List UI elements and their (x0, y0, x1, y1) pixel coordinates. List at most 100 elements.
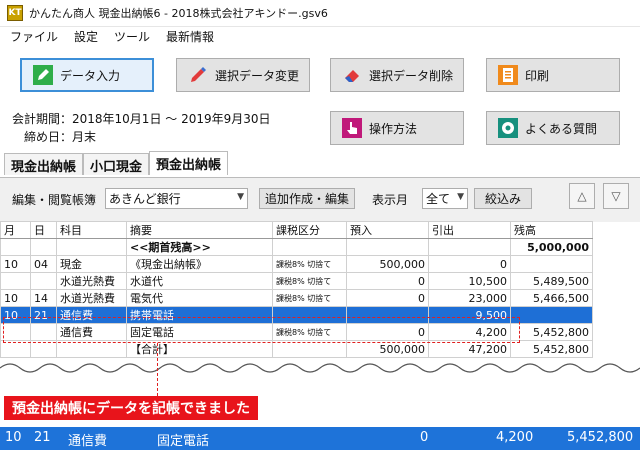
table-cell-wd: 10,500 (428, 272, 511, 290)
table-cell-m (0, 238, 31, 256)
ledger-table: 月 日 科目 摘要 課税区分 預入 引出 残高 <<期首残高>> 5,000,00… (0, 221, 593, 358)
table-cell-tax (272, 306, 347, 324)
change-data-label: 選択データ変更 (215, 68, 300, 83)
table-cell-bal: 5,000,000 (510, 238, 593, 256)
month-select-value: 全て (426, 192, 451, 206)
table-cell-memo: <<期首残高>> (126, 238, 273, 256)
triangle-up-icon: △ (577, 189, 587, 203)
faq-button[interactable]: よくある質問 (486, 111, 620, 145)
table-cell-tax (272, 340, 347, 358)
tab-cash-book[interactable]: 現金出納帳 (4, 153, 84, 175)
table-cell-acct: 水道光熱費 (56, 289, 127, 307)
table-row[interactable]: 10 04 現金 《現金出納帳》 課税8% 切捨て 500,000 0 (0, 255, 593, 273)
col-header: 残高 (510, 221, 593, 239)
table-cell-bal: 5,489,500 (510, 272, 593, 290)
menu-news[interactable]: 最新情報 (166, 28, 214, 45)
month-select[interactable]: 全て ▼ (422, 188, 468, 209)
table-cell-d (30, 238, 57, 256)
table-cell-dep: 0 (346, 272, 429, 290)
how-to-button[interactable]: 操作方法 (330, 111, 464, 145)
hand-pointer-icon (341, 117, 363, 139)
col-header: 預入 (346, 221, 429, 239)
zoom-balance: 5,452,800 (567, 430, 634, 445)
faq-label: よくある質問 (525, 121, 598, 136)
table-cell-bal (510, 306, 593, 324)
table-row[interactable]: 10 14 水道光熱費 電気代 課税8% 切捨て 0 23,000 5,466,500 (0, 289, 593, 307)
table-cell-memo: 固定電話 (126, 323, 273, 341)
filter-panel: 編集・閲覧帳簿 あきんど銀行 ▼ 追加作成・編集 表示月 全て ▼ 絞込み △ … (0, 177, 640, 222)
tab-deposit-book[interactable]: 預金出納帳 (149, 151, 229, 175)
table-cell-tax: 課税8% 切捨て (272, 255, 347, 273)
print-button[interactable]: 印刷 (486, 58, 620, 92)
edit-pencil-icon (187, 64, 209, 86)
table-cell-wd: 4,200 (428, 323, 511, 341)
table-cell-m (0, 340, 31, 358)
table-cell-dep (346, 238, 429, 256)
col-header: 課税区分 (272, 221, 347, 239)
table-cell-wd (428, 238, 511, 256)
table-cell-bal: 5,466,500 (510, 289, 593, 307)
table-row[interactable]: 通信費 固定電話 課税8% 切捨て 0 4,200 5,452,800 (0, 323, 593, 341)
table-cell-memo: 【合計】 (126, 340, 273, 358)
table-cell-bal (510, 255, 593, 273)
callout-line (157, 343, 158, 396)
closing-day: 締め日：月末 (24, 130, 97, 144)
table-cell-bal: 5,452,800 (510, 323, 593, 341)
col-header: 摘要 (126, 221, 273, 239)
delete-data-button[interactable]: 選択データ削除 (330, 58, 464, 92)
zoomed-row: 10 21 通信費 固定電話 0 4,200 5,452,800 (0, 427, 640, 450)
book-tabs: 現金出納帳 小口現金 預金出納帳 (4, 151, 229, 177)
table-cell-d: 21 (30, 306, 57, 324)
data-entry-label: データ入力 (60, 68, 121, 83)
table-cell-m: 10 (0, 289, 31, 307)
menu-tools[interactable]: ツール (114, 28, 150, 45)
change-data-button[interactable]: 選択データ変更 (176, 58, 310, 92)
book-label: 編集・閲覧帳簿 (12, 193, 97, 207)
table-cell-d: 04 (30, 255, 57, 273)
table-cell-acct: 水道光熱費 (56, 272, 127, 290)
table-row[interactable]: 水道光熱費 水道代 課税8% 切捨て 0 10,500 5,489,500 (0, 272, 593, 290)
add-edit-button[interactable]: 追加作成・編集 (259, 188, 355, 209)
table-cell-bal: 5,452,800 (510, 340, 593, 358)
table-cell-dep: 0 (346, 323, 429, 341)
col-header: 月 (0, 221, 31, 239)
table-cell-wd: 0 (428, 255, 511, 273)
col-header: 日 (30, 221, 57, 239)
table-cell-m: 10 (0, 306, 31, 324)
book-select-value: あきんど銀行 (109, 192, 181, 206)
data-entry-button[interactable]: データ入力 (20, 58, 154, 92)
print-label: 印刷 (525, 68, 550, 83)
table-cell-acct (56, 238, 127, 256)
wave-separator (0, 363, 640, 378)
table-cell-tax: 課税8% 切捨て (272, 323, 347, 341)
month-label: 表示月 (372, 193, 409, 207)
table-cell-acct (56, 340, 127, 358)
table-cell-wd: 47,200 (428, 340, 511, 358)
move-down-button[interactable]: ▽ (603, 183, 629, 209)
table-row[interactable]: <<期首残高>> 5,000,000 (0, 238, 593, 256)
zoom-withdrawal: 4,200 (496, 430, 534, 445)
tab-petty-cash[interactable]: 小口現金 (83, 153, 150, 175)
narrow-button[interactable]: 絞込み (474, 188, 532, 209)
table-header-row: 月 日 科目 摘要 課税区分 預入 引出 残高 (0, 221, 593, 239)
menu-file[interactable]: ファイル (10, 28, 58, 45)
move-up-button[interactable]: △ (569, 183, 595, 209)
table-cell-m (0, 272, 31, 290)
app-icon: KT (7, 5, 23, 21)
table-cell-wd: 23,000 (428, 289, 511, 307)
zoom-memo: 固定電話 (157, 434, 210, 449)
zoom-deposit: 0 (420, 430, 429, 445)
table-cell-d (30, 272, 57, 290)
book-select[interactable]: あきんど銀行 ▼ (105, 188, 248, 209)
menu-settings[interactable]: 設定 (74, 28, 98, 45)
fiscal-period: 会計期間：2018年10月1日 ～ 2019年9月30日 (12, 112, 271, 126)
table-cell-memo: 電気代 (126, 289, 273, 307)
table-cell-dep: 500,000 (346, 340, 429, 358)
table-cell-m: 10 (0, 255, 31, 273)
table-row[interactable]: 【合計】 500,000 47,200 5,452,800 (0, 340, 593, 358)
col-header: 科目 (56, 221, 127, 239)
table-cell-memo: 《現金出納帳》 (126, 255, 273, 273)
table-cell-acct: 通信費 (56, 323, 127, 341)
table-row[interactable]: 10 21 通信費 携帯電話 9,500 (0, 306, 593, 324)
menu-bar: ファイル 設定 ツール 最新情報 (0, 26, 640, 46)
